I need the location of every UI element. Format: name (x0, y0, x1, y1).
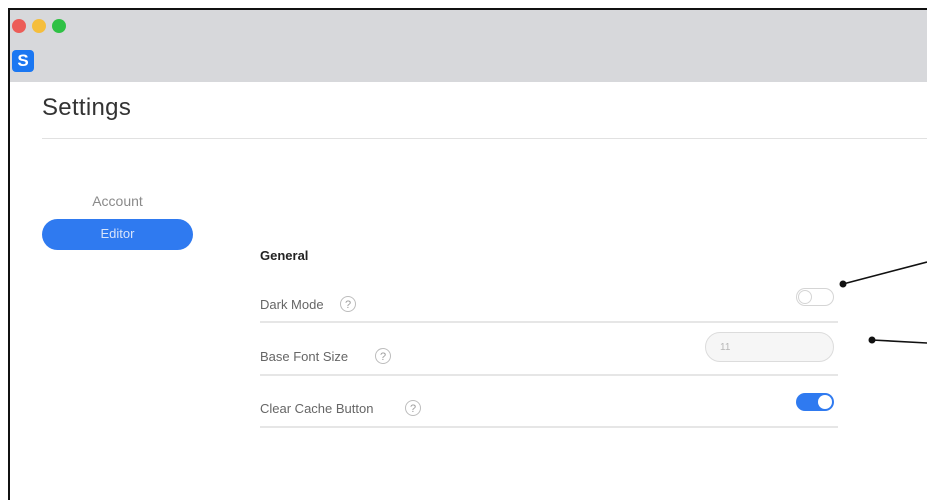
dark-mode-toggle[interactable] (796, 288, 834, 306)
row-divider (260, 321, 838, 323)
base-font-size-input[interactable] (705, 332, 834, 362)
toggle-knob (798, 290, 812, 304)
close-window-button[interactable] (12, 19, 26, 33)
dark-mode-label: Dark Mode (260, 297, 324, 312)
section-heading-general: General (260, 248, 309, 263)
help-icon[interactable]: ? (340, 296, 356, 312)
title-divider (42, 138, 927, 139)
help-icon[interactable]: ? (375, 348, 391, 364)
clear-cache-toggle[interactable] (796, 393, 834, 411)
toggle-knob (818, 395, 832, 409)
zoom-window-button[interactable] (52, 19, 66, 33)
page-title: Settings (42, 94, 132, 121)
sidebar-item-editor[interactable]: Editor (42, 219, 193, 250)
help-icon[interactable]: ? (405, 400, 421, 416)
row-divider (260, 374, 838, 376)
base-font-size-label: Base Font Size (260, 349, 349, 364)
sidebar-item-account[interactable]: Account (42, 193, 193, 209)
app-logo-icon: S (12, 50, 34, 72)
row-divider (260, 426, 838, 428)
title-bar: S (10, 10, 927, 82)
minimize-window-button[interactable] (32, 19, 46, 33)
clear-cache-button-label: Clear Cache Button (260, 401, 374, 416)
